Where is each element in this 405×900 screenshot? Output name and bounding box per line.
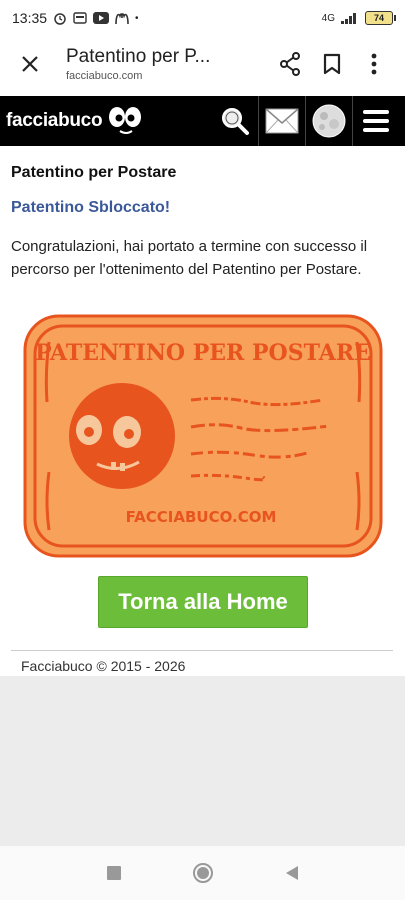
- battery-level: 74: [373, 13, 384, 23]
- notification-icon: [73, 12, 87, 24]
- menu-button[interactable]: [352, 96, 399, 146]
- avatar-icon: [312, 104, 346, 138]
- youtube-icon: [93, 12, 110, 24]
- alarm-icon: [54, 13, 66, 25]
- hamburger-icon: [363, 110, 389, 132]
- search-icon: [222, 108, 249, 135]
- close-button[interactable]: [10, 44, 50, 84]
- logo-face-icon: [108, 106, 144, 136]
- system-nav-bar: [0, 846, 405, 900]
- mail-icon: [265, 108, 299, 134]
- network-type: 4G: [321, 12, 335, 24]
- header-icons: [212, 96, 399, 146]
- status-time: 13:35: [12, 10, 48, 26]
- mcdonalds-icon: [115, 13, 129, 24]
- card-domain: FACCIABUCO.COM: [126, 508, 277, 526]
- more-options-button[interactable]: [353, 44, 395, 84]
- content-subheading[interactable]: Patentino Sbloccato!: [11, 199, 394, 217]
- site-header: facciabuco: [0, 96, 405, 146]
- status-icons: •: [53, 11, 139, 25]
- page-bottom-area: [0, 676, 405, 846]
- footer-divider: [11, 650, 393, 651]
- footer-copyright: Facciabuco © 2015 - 2026: [21, 658, 186, 674]
- home-icon[interactable]: [192, 862, 214, 884]
- messages-button[interactable]: [258, 96, 305, 146]
- content-heading: Patentino per Postare: [11, 164, 177, 181]
- close-icon: [22, 56, 38, 72]
- tab-title-block: Patentino per P... facciabuco.com: [66, 46, 269, 82]
- status-bar: 13:35 • 4G 74: [0, 0, 405, 36]
- page-title: Patentino per P...: [66, 46, 211, 67]
- license-card-image: PATENTINO PER POSTARE FACCIABUCO.COM: [23, 312, 383, 560]
- custom-tab-bar: Patentino per P... facciabuco.com: [0, 36, 405, 92]
- signal-icon: [341, 13, 356, 24]
- main-content: Patentino per Postare Patentino Sbloccat…: [0, 146, 405, 281]
- back-icon[interactable]: [284, 865, 300, 881]
- more-notifications-icon: •: [135, 12, 139, 24]
- site-logo-text[interactable]: facciabuco: [6, 110, 103, 132]
- bookmark-button[interactable]: [311, 44, 353, 84]
- card-title: PATENTINO PER POSTARE: [35, 340, 371, 366]
- back-home-button[interactable]: Torna alla Home: [98, 576, 308, 628]
- avatar-button[interactable]: [305, 96, 352, 146]
- share-button[interactable]: [269, 44, 311, 84]
- bookmark-icon: [323, 53, 341, 75]
- more-vert-icon: [371, 53, 377, 75]
- search-button[interactable]: [212, 96, 258, 146]
- page-url: facciabuco.com: [66, 70, 143, 82]
- status-right: 4G 74: [321, 11, 396, 25]
- battery-icon: 74: [365, 11, 396, 25]
- congrats-message: Congratulazioni, hai portato a termine c…: [11, 238, 368, 278]
- recents-icon[interactable]: [106, 865, 122, 881]
- share-icon: [280, 52, 300, 76]
